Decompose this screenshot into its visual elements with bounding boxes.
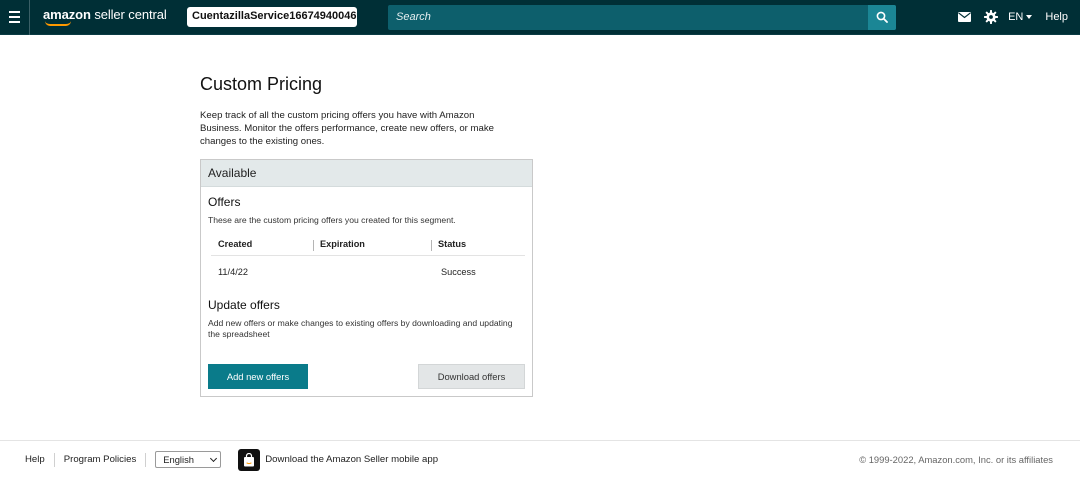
column-expiration[interactable]: Expiration — [313, 238, 431, 251]
logo-smile-icon — [45, 21, 71, 26]
language-menu[interactable]: EN — [1008, 11, 1033, 23]
footer: Help Program Policies English Download t… — [0, 440, 1080, 478]
card-header: Available — [201, 160, 532, 187]
program-policies-link[interactable]: Program Policies — [64, 454, 137, 465]
footer-divider — [53, 452, 55, 467]
column-status[interactable]: Status — [431, 238, 521, 251]
column-status-label: Status — [438, 238, 467, 249]
copyright-text: © 1999-2022, Amazon.com, Inc. or its aff… — [859, 454, 1053, 465]
language-select-value: English — [163, 454, 194, 465]
available-card: Available Offers These are the custom pr… — [200, 159, 533, 397]
search-input[interactable] — [388, 4, 868, 30]
account-switcher[interactable]: CuentazillaService166749400469... — [187, 7, 357, 27]
column-divider — [431, 239, 432, 251]
column-created-label: Created — [218, 238, 253, 249]
offers-title: Offers — [208, 195, 241, 209]
seller-central-logo[interactable]: amazon seller central — [43, 8, 171, 26]
search-bar — [388, 4, 896, 30]
logo-bold-text: amazon — [43, 7, 91, 22]
footer-divider — [145, 452, 147, 467]
page-description: Keep track of all the custom pricing off… — [200, 110, 494, 147]
language-select[interactable]: English — [155, 451, 222, 468]
page-title: Custom Pricing — [200, 74, 323, 94]
shopping-bag-icon[interactable] — [238, 448, 261, 471]
update-offers-description: Add new offers or make changes to existi… — [208, 318, 513, 339]
footer-help-link[interactable]: Help — [25, 454, 45, 465]
nav-right: EN Help — [958, 0, 1080, 35]
top-nav: amazon seller central CuentazillaService… — [0, 0, 1080, 35]
update-offers-title: Update offers — [208, 298, 280, 312]
mobile-app-link[interactable]: Download the Amazon Seller mobile app — [265, 454, 438, 465]
chevron-down-icon — [210, 454, 218, 462]
offers-description: These are the custom pricing offers you … — [208, 215, 456, 225]
logo-rest-text: seller central — [90, 7, 167, 22]
caret-down-icon — [1026, 15, 1033, 19]
column-expiration-label: Expiration — [320, 238, 365, 249]
offers-table-header: Created Expiration Status — [211, 232, 525, 256]
column-divider — [313, 239, 314, 251]
gear-icon[interactable] — [984, 10, 999, 24]
mail-icon[interactable] — [958, 12, 972, 22]
add-new-offers-button[interactable]: Add new offers — [208, 364, 308, 389]
search-icon — [876, 11, 888, 23]
cell-created: 11/4/22 — [218, 266, 248, 277]
table-row: 11/4/22 Success — [211, 256, 525, 287]
search-button[interactable] — [868, 4, 896, 30]
language-label: EN — [1008, 11, 1024, 23]
column-created[interactable]: Created — [211, 239, 313, 249]
cell-status: Success — [441, 266, 476, 277]
download-offers-button[interactable]: Download offers — [418, 364, 525, 389]
main-content: Custom Pricing Keep track of all the cus… — [200, 72, 540, 397]
help-link[interactable]: Help — [1045, 11, 1068, 23]
card-actions: Add new offers Download offers — [208, 364, 525, 389]
menu-icon[interactable] — [0, 0, 30, 35]
card-body: Offers These are the custom pricing offe… — [201, 195, 532, 340]
